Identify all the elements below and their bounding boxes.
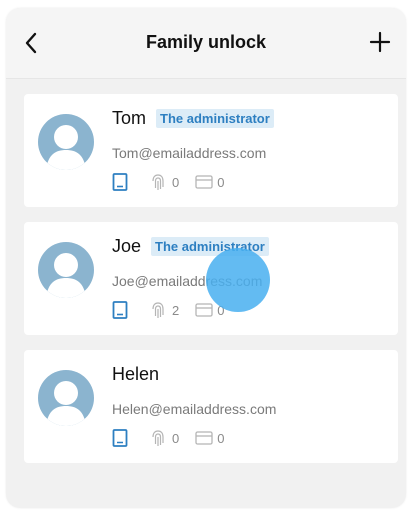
credential-counts: 0 0 bbox=[112, 173, 224, 191]
plus-icon bbox=[369, 31, 391, 53]
fingerprint-icon bbox=[152, 302, 164, 318]
fingerprint-count: 0 bbox=[172, 430, 180, 446]
avatar bbox=[38, 370, 94, 426]
phone-icon bbox=[112, 173, 128, 191]
member-email: Tom@emailaddress.com bbox=[112, 145, 267, 161]
user-avatar-icon bbox=[46, 253, 86, 298]
name-row: Helen bbox=[112, 364, 159, 385]
card-icon bbox=[195, 303, 213, 317]
name-row: Tom The administrator bbox=[112, 108, 274, 129]
card-count: 0 bbox=[217, 430, 225, 446]
credential-counts: 2 0 bbox=[112, 301, 224, 319]
member-card-helen[interactable]: Helen Helen@emailaddress.com 0 0 bbox=[24, 350, 398, 463]
member-name: Tom bbox=[112, 108, 147, 128]
member-name: Joe bbox=[112, 236, 142, 256]
add-member-button[interactable] bbox=[366, 28, 394, 56]
member-email: Helen@emailaddress.com bbox=[112, 401, 277, 417]
avatar bbox=[38, 242, 94, 298]
card-count: 0 bbox=[217, 174, 225, 190]
card-icon bbox=[195, 431, 213, 445]
fingerprint-count: 2 bbox=[172, 302, 180, 318]
fingerprint-count: 0 bbox=[172, 174, 180, 190]
member-card-tom[interactable]: Tom The administrator Tom@emailaddress.c… bbox=[24, 94, 398, 207]
page-title: Family unlock bbox=[145, 32, 267, 52]
member-name: Helen bbox=[112, 364, 160, 384]
fingerprint-icon bbox=[152, 174, 164, 190]
fingerprint-icon bbox=[152, 430, 164, 446]
credential-counts: 0 0 bbox=[112, 429, 224, 447]
header: Family unlock bbox=[6, 8, 406, 79]
card-icon bbox=[195, 175, 213, 189]
app-screen: Family unlock Tom The administrator Tom@… bbox=[6, 8, 406, 508]
phone-icon bbox=[112, 301, 128, 319]
touch-indicator bbox=[206, 248, 270, 312]
avatar bbox=[38, 114, 94, 170]
role-badge: The administrator bbox=[156, 109, 274, 128]
phone-icon bbox=[112, 429, 128, 447]
user-avatar-icon bbox=[46, 125, 86, 170]
user-avatar-icon bbox=[46, 381, 86, 426]
